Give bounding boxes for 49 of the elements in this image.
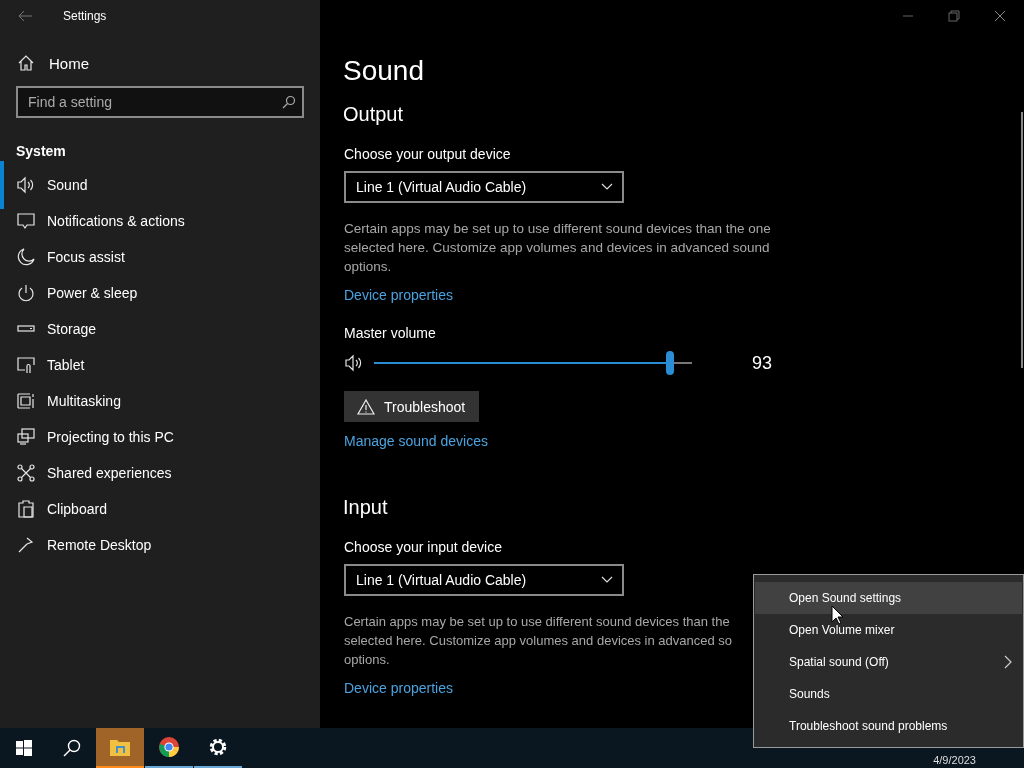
monitors-icon: [16, 427, 36, 447]
warning-icon: [357, 398, 375, 415]
chevron-down-icon: [601, 183, 613, 191]
clipboard-icon: [16, 499, 36, 519]
network-nodes-icon: [16, 463, 36, 483]
slider-thumb[interactable]: [665, 351, 674, 375]
search-icon[interactable]: [63, 739, 81, 757]
menu-item[interactable]: Spatial sound (Off): [755, 646, 1022, 678]
menu-item[interactable]: Sounds: [755, 678, 1022, 710]
window-title: Settings: [63, 9, 107, 23]
menu-item[interactable]: Open Volume mixer: [755, 614, 1022, 646]
close-icon[interactable]: [994, 10, 1006, 22]
moon-icon: [16, 247, 36, 267]
field-label: Choose your input device: [344, 539, 502, 555]
device-dropdown[interactable]: Line 1 (Virtual Audio Cable): [344, 564, 624, 596]
cursor-icon: [831, 605, 845, 625]
message-icon: [16, 211, 36, 231]
search-field[interactable]: Find a setting: [16, 86, 304, 118]
device-dropdown[interactable]: Line 1 (Virtual Audio Cable): [344, 171, 624, 203]
home-link[interactable]: Home: [17, 54, 89, 72]
device-properties-link[interactable]: Device properties: [344, 287, 453, 303]
chevron-down-icon: [601, 576, 613, 584]
power-icon: [16, 283, 36, 303]
field-label: Choose your output device: [344, 146, 511, 162]
home-icon: [17, 54, 35, 72]
section-heading: Output: [343, 102, 404, 127]
back-arrow-icon[interactable]: [17, 10, 33, 22]
menu-item[interactable]: Troubleshoot sound problems: [755, 710, 1022, 742]
description-text: Certain apps may be set up to use different sound devices than the one selected here. Customize app volumes and devices in advanced sound options.: [344, 220, 772, 276]
gear-icon: [207, 736, 229, 758]
section-heading: System: [16, 143, 67, 159]
search-icon: [282, 95, 296, 109]
troubleshoot-button[interactable]: Troubleshoot: [344, 391, 480, 422]
device-properties-link[interactable]: Device properties: [344, 680, 453, 696]
volume-slider[interactable]: [374, 351, 692, 375]
field-label: Master volume: [344, 325, 436, 341]
windows-stack-icon: [16, 391, 36, 411]
speaker-icon: [16, 175, 36, 195]
page-title: Sound: [343, 54, 424, 88]
section-heading: Input: [343, 495, 388, 520]
tablet-icon: [16, 355, 36, 375]
chrome-icon: [158, 736, 180, 758]
windows-logo-icon[interactable]: [16, 740, 32, 756]
volume-value: 93: [752, 352, 773, 374]
scrollbar-thumb[interactable]: [1021, 112, 1023, 368]
nav-item[interactable]: Sound: [0, 161, 320, 209]
clock-date: 4/9/2023: [933, 754, 976, 766]
manage-devices-link[interactable]: Manage sound devices: [344, 433, 488, 449]
menu-item[interactable]: Open Sound settings: [755, 582, 1022, 614]
